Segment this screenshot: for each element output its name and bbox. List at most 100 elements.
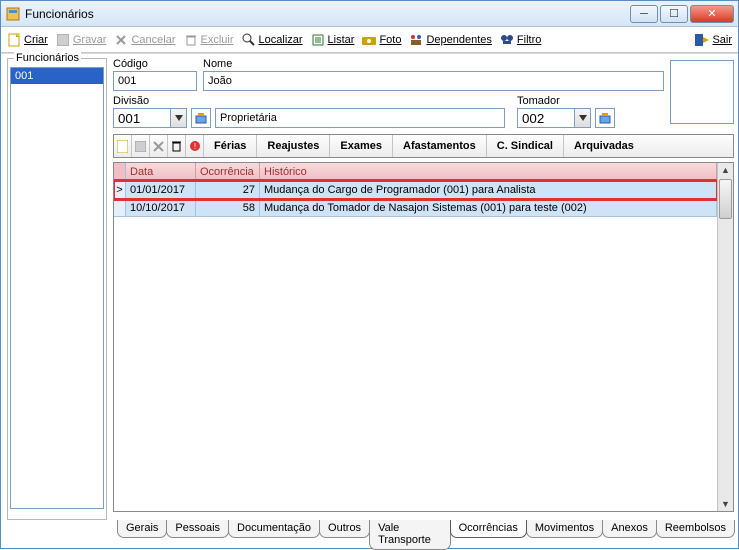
excluir-button: Excluir [184,33,234,47]
titlebar: Funcionários ─ ☐ ✕ [1,1,738,27]
cell-ocorrencia: 58 [196,199,260,216]
tab-vale-transporte[interactable]: Vale Transporte [369,520,451,550]
divisao-combo[interactable] [113,108,187,128]
inner-toolbar: ! Férias Reajustes Exames Afastamentos C… [113,134,734,158]
tab-movimentos[interactable]: Movimentos [526,520,603,538]
tab-afastamentos[interactable]: Afastamentos [393,135,487,157]
filtro-button[interactable]: Filtro [500,33,541,47]
divisao-lookup-button[interactable] [191,108,211,128]
cell-ocorrencia: 27 [196,181,260,198]
col-ocorrencia[interactable]: Ocorrência [196,163,260,180]
col-historico[interactable]: Histórico [260,163,717,180]
dependentes-label: Dependentes [426,34,491,46]
tomador-value[interactable] [517,108,575,128]
sidebar-item[interactable]: 001 [11,68,103,84]
save-record-button[interactable] [132,135,150,157]
listar-button[interactable]: Listar [311,33,355,47]
window: Funcionários ─ ☐ ✕ Criar Gravar Cancelar… [0,0,739,549]
tab-gerais[interactable]: Gerais [117,520,167,538]
divisao-desc-input[interactable] [215,108,505,128]
bottom-tabs: Gerais Pessoais Documentação Outros Vale… [113,520,734,544]
listar-label: Listar [328,34,355,46]
row-cursor-icon [114,199,126,216]
localizar-label: Localizar [259,34,303,46]
cell-data: 10/10/2017 [126,199,196,216]
tab-documentacao[interactable]: Documentação [228,520,320,538]
col-data[interactable]: Data [126,163,196,180]
grid-row[interactable]: > 01/01/2017 27 Mudança do Cargo de Prog… [114,181,717,199]
search-icon [242,33,256,47]
maximize-button[interactable]: ☐ [660,5,688,23]
cancelar-button: Cancelar [114,33,175,47]
delete-icon [184,33,198,47]
tomador-combo[interactable] [517,108,591,128]
window-controls: ─ ☐ ✕ [630,5,734,23]
grid-header: Data Ocorrência Histórico [114,163,717,181]
sidebar-list[interactable]: 001 [10,67,104,509]
grid-row[interactable]: 10/10/2017 58 Mudança do Tomador de Nasa… [114,199,717,217]
photo-box[interactable] [670,60,734,124]
criar-label: Criar [24,34,48,46]
tab-outros[interactable]: Outros [319,520,370,538]
dependentes-icon [409,33,423,47]
divisao-value[interactable] [113,108,171,128]
nome-label: Nome [203,58,664,70]
localizar-button[interactable]: Localizar [242,33,303,47]
svg-text:!: ! [193,142,195,151]
save-icon [56,33,70,47]
tab-anexos[interactable]: Anexos [602,520,657,538]
foto-label: Foto [379,34,401,46]
sidebar: Funcionários 001 [5,58,109,544]
scroll-thumb[interactable] [719,179,732,219]
gravar-button: Gravar [56,33,107,47]
alert-button[interactable]: ! [186,135,204,157]
cell-data: 01/01/2017 [126,181,196,198]
scroll-up-icon[interactable]: ▲ [718,163,733,177]
delete-record-button[interactable] [168,135,186,157]
chevron-down-icon[interactable] [171,108,187,128]
tomador-lookup-button[interactable] [595,108,615,128]
exit-icon [695,33,709,47]
tomador-label: Tomador [517,95,615,107]
filtro-label: Filtro [517,34,541,46]
camera-icon [362,33,376,47]
filter-icon [500,33,514,47]
sidebar-legend: Funcionários [14,52,81,64]
scroll-down-icon[interactable]: ▼ [718,497,733,511]
tab-arquivadas[interactable]: Arquivadas [564,135,644,157]
content: Funcionários 001 Código Nome [1,53,738,548]
cancel-record-button[interactable] [150,135,168,157]
criar-button[interactable]: Criar [7,33,48,47]
tab-reembolsos[interactable]: Reembolsos [656,520,735,538]
list-icon [311,33,325,47]
close-button[interactable]: ✕ [690,5,734,23]
app-icon [5,6,21,22]
foto-button[interactable]: Foto [362,33,401,47]
main-pane: Código Nome Divisão [113,58,734,544]
codigo-input[interactable] [113,71,197,91]
dependentes-button[interactable]: Dependentes [409,33,491,47]
tab-csindical[interactable]: C. Sindical [487,135,564,157]
cancel-icon [114,33,128,47]
tab-exames[interactable]: Exames [330,135,393,157]
cell-historico: Mudança do Tomador de Nasajon Sistemas (… [260,199,717,216]
minimize-button[interactable]: ─ [630,5,658,23]
tab-reajustes[interactable]: Reajustes [257,135,330,157]
cell-historico: Mudança do Cargo de Programador (001) pa… [260,181,717,198]
tab-ocorrencias[interactable]: Ocorrências [450,520,527,538]
tab-pessoais[interactable]: Pessoais [166,520,229,538]
chevron-down-icon[interactable] [575,108,591,128]
sair-label: Sair [712,34,732,46]
divisao-label: Divisão [113,95,505,107]
vertical-scrollbar[interactable]: ▲ ▼ [717,163,733,511]
gravar-label: Gravar [73,34,107,46]
row-cursor-icon: > [114,181,126,198]
tab-ferias[interactable]: Férias [204,135,257,157]
cancelar-label: Cancelar [131,34,175,46]
toolbar: Criar Gravar Cancelar Excluir Localizar … [1,27,738,53]
new-record-button[interactable] [114,135,132,157]
sair-button[interactable]: Sair [695,33,732,47]
excluir-label: Excluir [201,34,234,46]
nome-input[interactable] [203,71,664,91]
codigo-label: Código [113,58,197,70]
